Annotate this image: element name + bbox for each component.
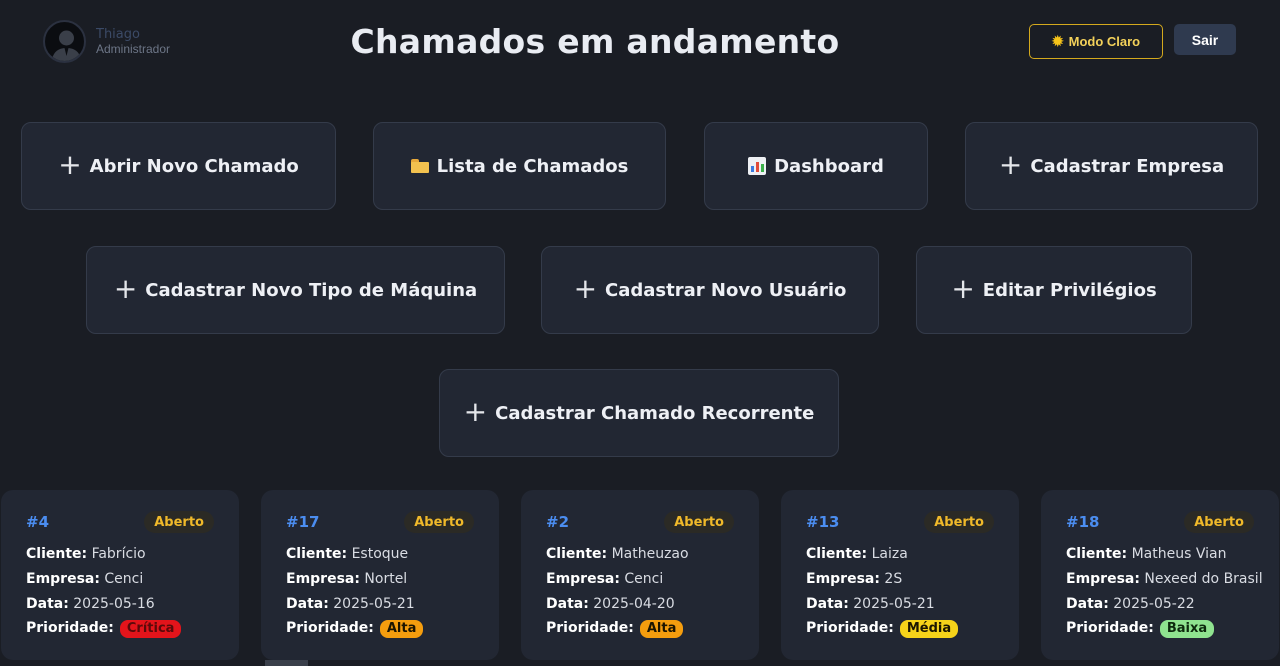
top-bar: Thiago Administrador Chamados em andamen… bbox=[0, 0, 1280, 90]
plus-icon: + bbox=[951, 271, 975, 305]
ticket-id: #18 bbox=[1066, 513, 1100, 531]
ticket-card[interactable]: #18 Aberto Cliente: Matheus Vian Empresa… bbox=[1041, 490, 1279, 660]
ticket-list-label: Lista de Chamados bbox=[436, 155, 629, 177]
priority-badge: Crítica bbox=[119, 620, 182, 638]
status-badge: Aberto bbox=[1184, 511, 1254, 533]
date-row: Data: 2025-05-21 bbox=[806, 596, 935, 612]
logout-button[interactable]: Sair bbox=[1174, 24, 1236, 55]
date-row: Data: 2025-05-22 bbox=[1066, 596, 1195, 612]
priority-row: Prioridade: Alta bbox=[286, 620, 424, 638]
ticket-card[interactable]: #4 Aberto Cliente: Fabrício Empresa: Cen… bbox=[1, 490, 239, 660]
priority-badge: Alta bbox=[379, 620, 424, 638]
company-row: Empresa: Cenci bbox=[26, 571, 144, 587]
priority-row: Prioridade: Alta bbox=[546, 620, 684, 638]
ticket-card[interactable]: #13 Aberto Cliente: Laiza Empresa: 2S Da… bbox=[781, 490, 1019, 660]
folder-icon bbox=[410, 159, 429, 173]
sun-icon: ✹ bbox=[1051, 33, 1064, 49]
client-row: Cliente: Matheuzao bbox=[546, 546, 689, 562]
company-row: Empresa: Cenci bbox=[546, 571, 664, 587]
horizontal-scrollbar[interactable] bbox=[265, 660, 308, 666]
bar-chart-icon bbox=[748, 157, 767, 175]
client-row: Cliente: Matheus Vian bbox=[1066, 546, 1227, 562]
priority-row: Prioridade: Baixa bbox=[1066, 620, 1215, 638]
date-row: Data: 2025-04-20 bbox=[546, 596, 675, 612]
status-badge: Aberto bbox=[404, 511, 474, 533]
company-row: Empresa: Nexeed do Brasil bbox=[1066, 571, 1263, 587]
register-company-label: Cadastrar Empresa bbox=[1030, 155, 1225, 177]
client-row: Cliente: Laiza bbox=[806, 546, 908, 562]
company-row: Empresa: 2S bbox=[806, 571, 903, 587]
register-company-button[interactable]: + Cadastrar Empresa bbox=[965, 122, 1258, 210]
plus-icon: + bbox=[573, 271, 598, 305]
plus-icon: + bbox=[998, 147, 1023, 181]
client-row: Cliente: Estoque bbox=[286, 546, 409, 562]
recurring-ticket-button[interactable]: + Cadastrar Chamado Recorrente bbox=[439, 369, 839, 457]
ticket-card[interactable]: #17 Aberto Cliente: Estoque Empresa: Nor… bbox=[261, 490, 499, 660]
open-ticket-button[interactable]: + Abrir Novo Chamado bbox=[21, 122, 336, 210]
ticket-card[interactable]: #2 Aberto Cliente: Matheuzao Empresa: Ce… bbox=[521, 490, 759, 660]
priority-badge: Baixa bbox=[1159, 620, 1215, 638]
recurring-ticket-label: Cadastrar Chamado Recorrente bbox=[495, 402, 815, 424]
ticket-id: #2 bbox=[546, 513, 570, 531]
priority-badge: Média bbox=[899, 620, 959, 638]
dashboard-button[interactable]: Dashboard bbox=[704, 122, 928, 210]
date-row: Data: 2025-05-21 bbox=[286, 596, 415, 612]
client-row: Cliente: Fabrício bbox=[26, 546, 146, 562]
priority-row: Prioridade: Crítica bbox=[26, 620, 182, 638]
ticket-id: #4 bbox=[26, 513, 50, 531]
company-row: Empresa: Nortel bbox=[286, 571, 408, 587]
theme-toggle-button[interactable]: ✹ Modo Claro bbox=[1029, 24, 1163, 59]
edit-privileges-label: Editar Privilégios bbox=[982, 279, 1157, 301]
ticket-list-button[interactable]: Lista de Chamados bbox=[373, 122, 666, 210]
ticket-id: #17 bbox=[286, 513, 320, 531]
plus-icon: + bbox=[113, 271, 138, 305]
register-user-label: Cadastrar Novo Usuário bbox=[605, 279, 847, 301]
priority-row: Prioridade: Média bbox=[806, 620, 959, 638]
dashboard-label: Dashboard bbox=[774, 155, 884, 177]
date-row: Data: 2025-05-16 bbox=[26, 596, 155, 612]
status-badge: Aberto bbox=[924, 511, 994, 533]
ticket-id: #13 bbox=[806, 513, 840, 531]
priority-badge: Alta bbox=[639, 620, 684, 638]
open-ticket-label: Abrir Novo Chamado bbox=[89, 155, 299, 177]
register-user-button[interactable]: + Cadastrar Novo Usuário bbox=[541, 246, 879, 334]
plus-icon: + bbox=[58, 147, 82, 181]
status-badge: Aberto bbox=[664, 511, 734, 533]
register-machine-type-button[interactable]: + Cadastrar Novo Tipo de Máquina bbox=[86, 246, 505, 334]
theme-toggle-label: Modo Claro bbox=[1068, 34, 1141, 49]
page-title: Chamados em andamento bbox=[350, 22, 840, 61]
status-badge: Aberto bbox=[144, 511, 214, 533]
edit-privileges-button[interactable]: + Editar Privilégios bbox=[916, 246, 1192, 334]
register-machine-type-label: Cadastrar Novo Tipo de Máquina bbox=[145, 279, 478, 301]
plus-icon: + bbox=[463, 394, 488, 428]
